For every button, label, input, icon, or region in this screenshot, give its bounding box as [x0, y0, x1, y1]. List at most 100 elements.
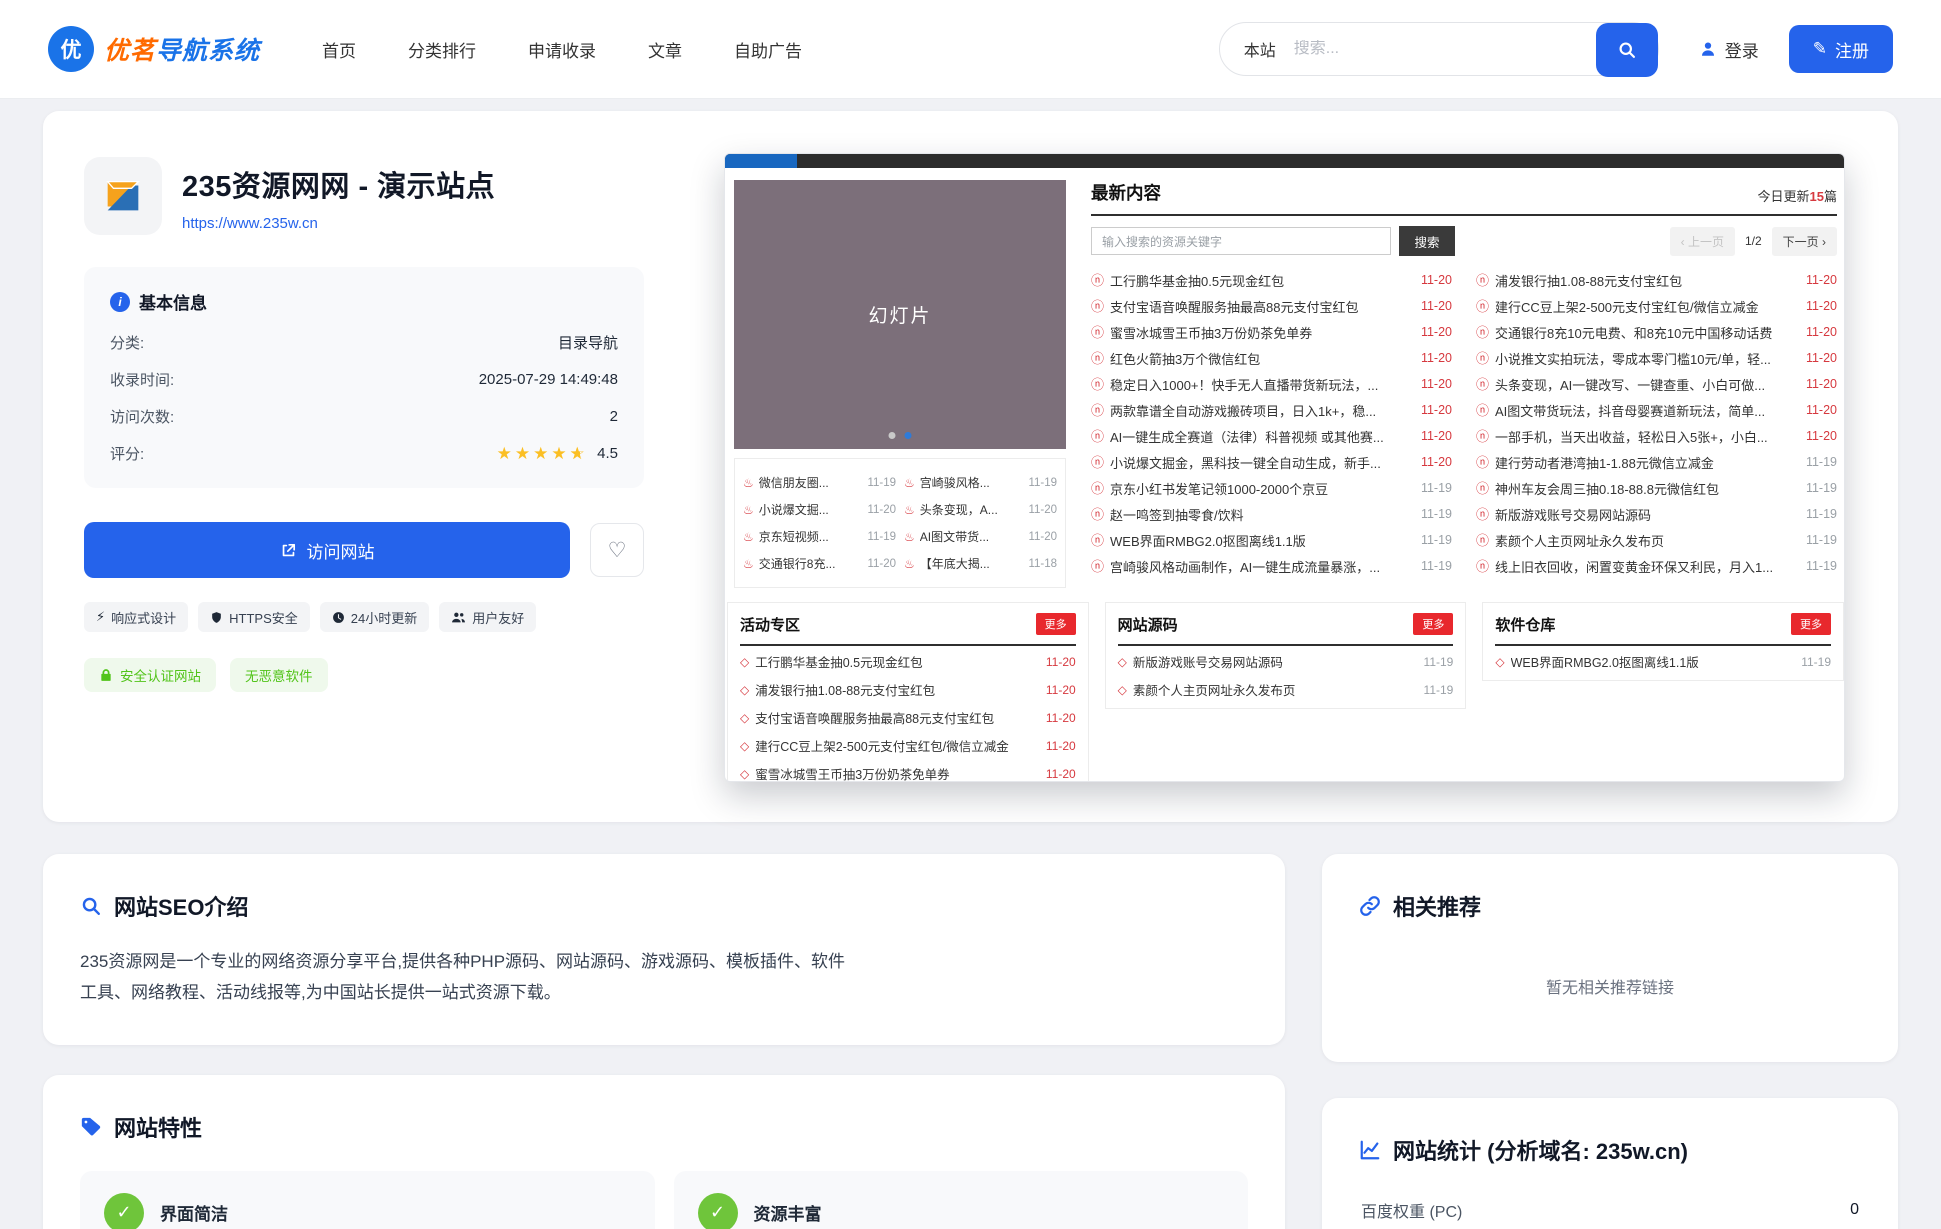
nav-self-ads[interactable]: 自助广告 — [734, 37, 802, 62]
new-icon: ⓝ — [1476, 300, 1489, 313]
chart-icon — [1359, 1139, 1381, 1161]
site-url-link[interactable]: https://www.235w.cn — [182, 215, 318, 232]
section-item: ◇浦发银行抽1.08-88元支付宝红包11-20 — [740, 677, 1076, 702]
site-detail-card: 235资源网网 - 演示站点 https://www.235w.cn i 基本信… — [43, 111, 1898, 822]
preview-slideshow: 幻灯片 — [734, 180, 1066, 449]
visit-site-button[interactable]: 访问网站 — [84, 522, 570, 578]
pencil-icon: ✎ — [1813, 39, 1827, 59]
mini-item: ♨交通银行8充...11-20 — [743, 550, 896, 577]
external-link-icon — [280, 542, 297, 559]
new-icon: ⓝ — [1091, 274, 1104, 287]
seo-intro-card: 网站SEO介绍 235资源网是一个专业的网络资源分享平台,提供各种PHP源码、网… — [43, 854, 1285, 1045]
site-screenshot-preview[interactable]: 幻灯片 ♨微信朋友圈...11-19 ♨宫崎骏风格...11-19 ♨小说爆文掘… — [724, 153, 1845, 782]
check-circle-icon: ✓ — [698, 1193, 738, 1229]
slideshow-dots — [889, 432, 912, 439]
nav-category-rank[interactable]: 分类排行 — [408, 37, 476, 62]
info-row-visits: 访问次数: 2 — [110, 398, 618, 435]
nav-home[interactable]: 首页 — [322, 37, 356, 62]
prev-page-button: ‹ 上一页 — [1670, 227, 1735, 256]
flame-icon: ♨ — [743, 557, 754, 571]
nav-articles[interactable]: 文章 — [648, 37, 682, 62]
flame-icon: ♨ — [904, 530, 915, 544]
list-item: ⓝ工行鹏华基金抽0.5元现金红包11-20 — [1091, 267, 1452, 293]
preview-mini-list: ♨微信朋友圈...11-19 ♨宫崎骏风格...11-19 ♨小说爆文掘...1… — [734, 458, 1066, 588]
related-title: 相关推荐 — [1393, 890, 1481, 922]
list-item: ⓝ红色火箭抽3万个微信红包11-20 — [1091, 345, 1452, 371]
seo-search-icon — [80, 895, 102, 917]
section-item: ◇素颜个人主页网址永久发布页11-19 — [1118, 677, 1454, 702]
flame-icon: ♨ — [743, 503, 754, 517]
badge-safe-certified: 安全认证网站 — [84, 658, 216, 692]
gem-icon: ◇ — [740, 655, 749, 669]
check-circle-icon: ✓ — [104, 1193, 144, 1229]
list-item: ⓝ头条变现，AI一键改写、一键查重、小白可做...11-20 — [1476, 371, 1837, 397]
security-badges: 安全认证网站 无恶意软件 — [84, 658, 644, 692]
more-badge: 更多 — [1036, 613, 1076, 635]
users-icon — [451, 611, 466, 624]
top-navbar: 优 优茗导航系统 首页 分类排行 申请收录 文章 自助广告 本站 登录 ✎ 注 — [0, 0, 1941, 99]
dot — [889, 432, 896, 439]
info-icon: i — [110, 292, 130, 312]
new-icon: ⓝ — [1091, 508, 1104, 521]
user-icon — [1699, 40, 1717, 58]
half-star-icon: ☆ ★ — [570, 444, 590, 464]
preview-browser-bar — [725, 154, 1844, 168]
search-button[interactable] — [1596, 23, 1658, 77]
list-item: ⓝ小说推文实拍玩法，零成本零门槛10元/单，轻...11-20 — [1476, 345, 1837, 371]
today-updated-count: 今日更新15篇 — [1758, 186, 1838, 205]
mini-item: ♨【年底大揭...11-18 — [904, 550, 1057, 577]
section-item: ◇工行鹏华基金抽0.5元现金红包11-20 — [740, 649, 1076, 674]
feature-item: ✓ 界面简洁 — [80, 1171, 655, 1229]
favorite-button[interactable]: ♡ — [590, 523, 644, 577]
section-item: ◇WEB界面RMBG2.0抠图离线1.1版11-19 — [1495, 649, 1831, 674]
gem-icon: ◇ — [1495, 655, 1504, 669]
info-row-category: 分类: 目录导航 — [110, 324, 618, 361]
flame-icon: ♨ — [904, 557, 915, 571]
new-icon: ⓝ — [1476, 274, 1489, 287]
list-item: ⓝ京东小红书发笔记领1000-2000个京豆11-19 — [1091, 475, 1452, 501]
preview-section-software: 软件仓库更多 ◇WEB界面RMBG2.0抠图离线1.1版11-19 — [1482, 602, 1844, 681]
section-item: ◇新版游戏账号交易网站源码11-19 — [1118, 649, 1454, 674]
search-scope-select[interactable]: 本站 — [1244, 37, 1276, 61]
list-item: ⓝ支付宝语音唤醒服务抽最高88元支付宝红包11-20 — [1091, 293, 1452, 319]
gem-icon: ◇ — [1118, 655, 1127, 669]
login-link[interactable]: 登录 — [1699, 37, 1759, 62]
rating-stars: ★★★★ ☆ ★ 4.5 — [497, 444, 618, 464]
list-item: ⓝ一部手机，当天出收益，轻松日入5张+，小白...11-20 — [1476, 423, 1837, 449]
mini-item: ♨宫崎骏风格...11-19 — [904, 469, 1057, 496]
heart-icon: ♡ — [608, 538, 627, 563]
site-search: 本站 — [1219, 22, 1659, 76]
basic-info-title: 基本信息 — [139, 289, 207, 314]
section-item: ◇支付宝语音唤醒服务抽最高88元支付宝红包11-20 — [740, 705, 1076, 730]
section-item: ◇蜜雪冰城雪王币抽3万份奶茶免单券11-20 — [740, 761, 1076, 782]
list-item: ⓝAI图文带货玩法，抖音母婴赛道新玩法，简单...11-20 — [1476, 397, 1837, 423]
new-icon: ⓝ — [1476, 378, 1489, 391]
badge-no-malware: 无恶意软件 — [230, 658, 328, 692]
new-icon: ⓝ — [1091, 326, 1104, 339]
preview-section-source: 网站源码更多 ◇新版游戏账号交易网站源码11-19 ◇素颜个人主页网址永久发布页… — [1105, 602, 1467, 709]
new-icon: ⓝ — [1476, 482, 1489, 495]
new-icon: ⓝ — [1091, 456, 1104, 469]
site-favicon — [84, 157, 162, 235]
related-card: 相关推荐 暂无相关推荐链接 — [1322, 854, 1898, 1062]
new-icon: ⓝ — [1476, 560, 1489, 573]
flame-icon: ♨ — [904, 503, 915, 517]
list-item: ⓝ两款靠谱全自动游戏搬砖项目，日入1k+，稳...11-20 — [1091, 397, 1452, 423]
latest-list-right: ⓝ浦发银行抽1.08-88元支付宝红包11-20 ⓝ建行CC豆上架2-500元支… — [1476, 267, 1837, 579]
search-icon — [1617, 40, 1637, 60]
nav-apply-inclusion[interactable]: 申请收录 — [528, 37, 596, 62]
stat-row-baidu-pc: 百度权重 (PC) 0 — [1359, 1180, 1861, 1229]
list-item: ⓝ建行劳动者港湾抽1-1.88元微信立减金11-19 — [1476, 449, 1837, 475]
related-empty-text: 暂无相关推荐链接 — [1359, 922, 1861, 1026]
tag-friendly: 用户友好 — [439, 602, 536, 632]
gem-icon: ◇ — [740, 767, 749, 781]
register-button[interactable]: ✎ 注册 — [1789, 25, 1893, 73]
mini-item: ♨AI图文带货...11-20 — [904, 523, 1057, 550]
new-icon: ⓝ — [1476, 326, 1489, 339]
preview-search-input: 输入搜索的资源关键字 — [1091, 227, 1391, 255]
new-icon: ⓝ — [1091, 352, 1104, 365]
mini-item: ♨微信朋友圈...11-19 — [743, 469, 896, 496]
basic-info-panel: i 基本信息 分类: 目录导航 收录时间: 2025-07-29 14:49:4… — [84, 267, 644, 488]
feature-item: ✓ 资源丰富 — [674, 1171, 1249, 1229]
preview-progress-segment — [725, 154, 797, 168]
